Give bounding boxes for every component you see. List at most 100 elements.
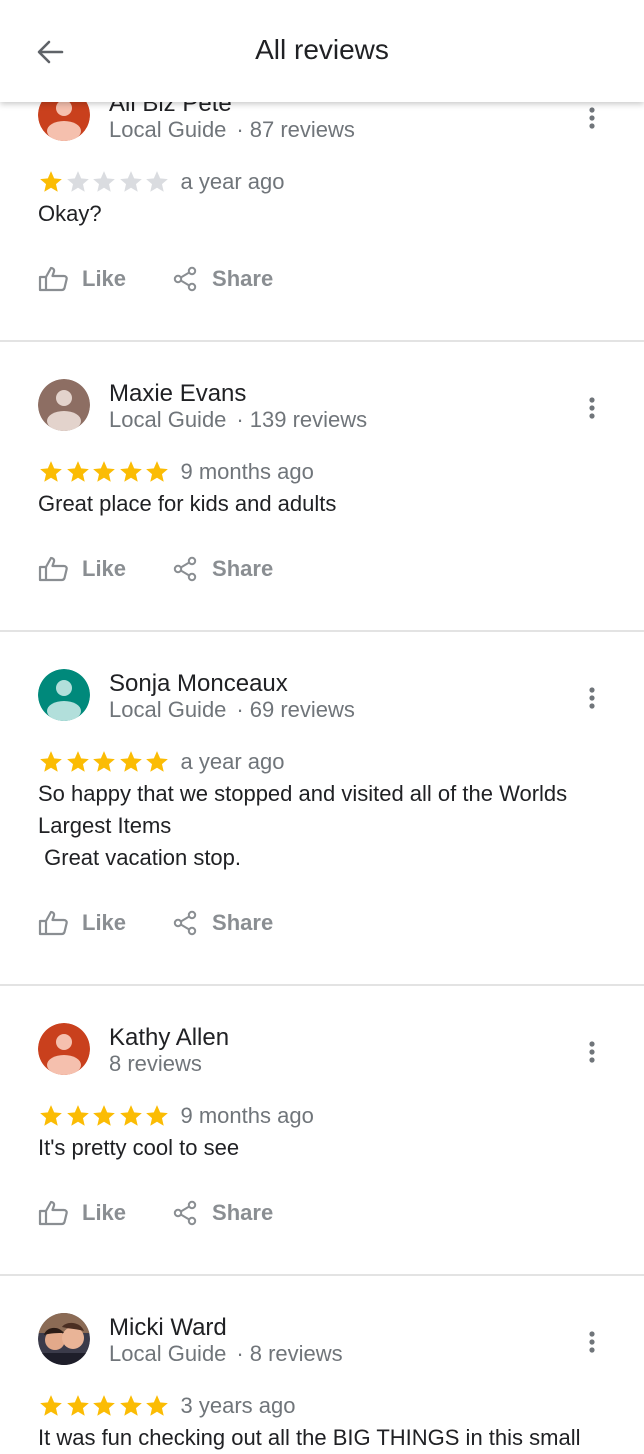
review-count: 8 reviews: [109, 1051, 202, 1076]
share-label: Share: [212, 266, 274, 291]
star-filled-icon: [40, 1105, 62, 1126]
star-filled-icon: [93, 751, 115, 772]
meta-separator: ·: [236, 697, 244, 722]
rating-row: a year ago: [38, 167, 284, 197]
meta-separator: ·: [236, 1341, 244, 1366]
review-text: It was fun checking out all the BIG THIN…: [38, 1425, 581, 1450]
review-date: a year ago: [180, 169, 285, 194]
reviewer-name[interactable]: Micki Ward: [109, 1314, 227, 1342]
star-filled-icon: [119, 461, 142, 482]
star-rating: [38, 1103, 171, 1129]
more-vert-icon: [589, 397, 595, 419]
share-button[interactable]: Share: [172, 266, 273, 292]
review-count: 8 reviews: [249, 1341, 343, 1366]
more-options-button[interactable]: [578, 100, 606, 136]
star-filled-icon: [119, 1105, 142, 1126]
review-actions: Like Share: [38, 551, 273, 587]
review-text: It's pretty cool to see: [38, 1135, 240, 1160]
divider: [0, 1274, 644, 1276]
more-options-button[interactable]: [578, 390, 606, 426]
avatar[interactable]: [38, 379, 90, 431]
thumb-up-icon: [38, 910, 68, 936]
local-guide-label: Local Guide: [109, 697, 227, 722]
avatar[interactable]: [38, 669, 90, 721]
more-options-button[interactable]: [578, 1324, 606, 1360]
reviewer-name[interactable]: Maxie Evans: [109, 380, 246, 408]
divider: [0, 984, 644, 986]
like-button[interactable]: Like: [38, 910, 126, 936]
avatar[interactable]: [38, 1023, 90, 1075]
review-text: Okay?: [38, 201, 102, 226]
person-placeholder-icon: [38, 1023, 90, 1075]
more-options-button[interactable]: [578, 680, 606, 716]
more-vert-icon: [589, 1041, 595, 1063]
share-button[interactable]: Share: [172, 556, 273, 582]
star-filled-icon: [93, 461, 115, 482]
star-empty-icon: [93, 171, 115, 192]
reviewer-meta: 8 reviews: [109, 1051, 202, 1077]
star-filled-icon: [66, 751, 89, 772]
share-icon: [173, 1200, 197, 1226]
thumb-up-icon: [38, 266, 68, 292]
review-actions: Like Share: [38, 261, 273, 297]
review-count: 87 reviews: [249, 117, 355, 142]
rating-row: 9 months ago: [38, 1101, 314, 1131]
star-filled-icon: [146, 1105, 168, 1126]
star-rating: [38, 459, 171, 485]
review-date: 3 years ago: [180, 1393, 296, 1418]
review-text: So happy that we stopped and visited all…: [38, 781, 568, 870]
reviewer-meta: Local Guide · 139 reviews: [109, 407, 367, 433]
like-label: Like: [82, 266, 127, 291]
like-button[interactable]: Like: [38, 556, 126, 582]
person-placeholder-icon: [38, 669, 90, 721]
review-count: 139 reviews: [249, 407, 368, 432]
star-empty-icon: [146, 171, 168, 192]
star-filled-icon: [40, 1395, 62, 1416]
star-empty-icon: [119, 171, 142, 192]
star-filled-icon: [146, 751, 168, 772]
review-date: 9 months ago: [180, 1103, 314, 1128]
more-options-button[interactable]: [578, 1034, 606, 1070]
like-label: Like: [82, 556, 127, 581]
share-icon: [173, 266, 197, 292]
share-button[interactable]: Share: [172, 1200, 273, 1226]
share-button[interactable]: Share: [172, 910, 273, 936]
local-guide-label: Local Guide: [109, 407, 227, 432]
avatar-photo[interactable]: [38, 1313, 90, 1365]
star-filled-icon: [40, 171, 62, 192]
divider: [0, 340, 644, 342]
more-vert-icon: [589, 687, 595, 709]
share-label: Share: [212, 910, 274, 935]
star-filled-icon: [93, 1395, 115, 1416]
review-actions: Like Share: [38, 905, 273, 941]
app-header: All reviews: [0, 0, 644, 102]
star-filled-icon: [40, 751, 62, 772]
review-text: Great place for kids and adults: [38, 491, 337, 516]
rating-row: a year ago: [38, 747, 284, 777]
rating-row: 9 months ago: [38, 457, 314, 487]
meta-separator: ·: [236, 117, 244, 142]
star-rating: [38, 1393, 171, 1419]
reviewer-name[interactable]: Sonja Monceaux: [109, 670, 288, 698]
review-date: 9 months ago: [180, 459, 314, 484]
meta-separator: ·: [236, 407, 244, 432]
review-actions: Like Share: [38, 1195, 273, 1231]
like-button[interactable]: Like: [38, 266, 126, 292]
star-filled-icon: [119, 1395, 142, 1416]
review-count: 69 reviews: [249, 697, 355, 722]
star-rating: [38, 169, 171, 195]
like-button[interactable]: Like: [38, 1200, 126, 1226]
share-icon: [173, 910, 197, 936]
star-filled-icon: [119, 751, 142, 772]
page-title: All reviews: [255, 34, 389, 65]
star-filled-icon: [146, 461, 168, 482]
share-icon: [173, 556, 197, 582]
reviewer-name[interactable]: Kathy Allen: [109, 1024, 229, 1052]
reviewer-meta: Local Guide · 8 reviews: [109, 1341, 343, 1367]
share-label: Share: [212, 1200, 274, 1225]
share-label: Share: [212, 556, 274, 581]
star-filled-icon: [66, 1395, 89, 1416]
star-filled-icon: [66, 1105, 89, 1126]
reviewer-meta: Local Guide · 87 reviews: [109, 117, 355, 143]
star-empty-icon: [66, 171, 89, 192]
